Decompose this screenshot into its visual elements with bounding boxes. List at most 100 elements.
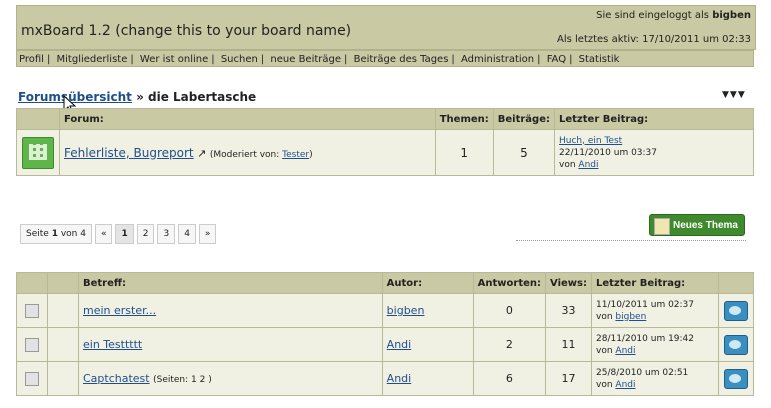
topic-author-cell: Andi [381,327,474,362]
page-first-button[interactable]: « [94,224,113,244]
topic-last-by: von [596,345,616,356]
board-title: mxBoard 1.2 (change this to your board n… [21,23,352,39]
page-2-button[interactable]: 2 [136,224,155,244]
breadcrumb-current: » die Labertasche [131,90,257,104]
topic-last-user-link[interactable]: bigben [615,312,646,322]
collapse-arrows-icon[interactable]: ▼▼▼ [722,90,746,100]
topic-subject-cell: mein erster... [78,293,383,328]
goto-last-post-icon[interactable] [724,334,748,355]
forum-table: Forum: Themen: Beiträge: Letzter Beitrag… [16,108,754,176]
last-post-header: Letzter Beitrag: [554,108,754,130]
author-header: Autor: [381,272,474,294]
topic-author-cell: Andi [381,361,474,396]
login-text: Sie sind eingeloggt als [596,10,713,21]
table-row: ein Testtttt Andi 2 11 28/11/2010 um 19:… [16,327,754,362]
topic-last-post-header: Letzter Beitrag: [591,272,719,294]
page-4-button[interactable]: 4 [178,224,196,244]
goto-header [718,272,754,294]
topic-last-user-link[interactable]: Andi [615,346,635,356]
topic-last-by: von [596,379,616,390]
nav-beitraege-des-tages[interactable]: Beiträge des Tages [354,54,449,65]
topic-link[interactable]: mein erster... [83,304,156,317]
goto-last-post-icon[interactable] [724,300,748,321]
page-1-button[interactable]: 1 [115,224,134,244]
topic-pages[interactable]: (Seiten: 1 2 ) [153,375,212,385]
topic-author-link[interactable]: bigben [387,304,425,317]
topic-author-link[interactable]: Andi [387,372,412,385]
nav-administration[interactable]: Administration [461,54,534,65]
forum-row: Fehlerliste, Bugreport ↗ (Moderiert von:… [16,129,754,176]
moderated-suffix: ) [309,149,313,160]
nav-statistik[interactable]: Statistik [579,54,620,65]
topic-last-date: 25/8/2010 um 02:51 [596,367,689,378]
forum-link[interactable]: Fehlerliste, Bugreport [64,146,194,160]
nav-separator: | [211,54,215,65]
pencil-paper-icon [654,218,670,235]
nav-neue-beitraege[interactable]: neue Beiträge [270,54,341,65]
table-row: Captchatest (Seiten: 1 2 ) Andi 6 17 25/… [16,361,754,396]
external-link-icon[interactable]: ↗ [197,147,206,160]
topic-author-cell: bigben [381,293,474,328]
topic-subject-cell: Captchatest (Seiten: 1 2 ) [78,361,383,396]
goto-cell [718,327,754,362]
topic-icon-header [16,272,48,294]
page-next-button[interactable]: » [198,224,217,244]
last-post-by: von [559,159,579,170]
new-topic-button[interactable]: Neues Thema [649,214,745,236]
forum-icon [22,136,54,169]
topic-status-cell [47,293,79,328]
nav-wer-ist-online[interactable]: Wer ist online [140,54,208,65]
pagination: Seite 1 von 4 « 1 2 3 4 » [20,224,217,244]
topic-views: 11 [545,327,592,362]
topic-replies: 0 [472,293,547,328]
topic-last-date: 28/11/2010 um 19:42 [596,333,695,344]
topic-icon-cell [16,293,48,328]
topic-last-date: 11/10/2011 um 02:37 [596,299,695,310]
topic-author-link[interactable]: Andi [387,338,412,351]
page-indicator: Seite 1 von 4 [20,224,92,244]
moderator-link[interactable]: Tester [282,150,309,160]
topic-link[interactable]: ein Testtttt [83,338,142,351]
nav-profil[interactable]: Profil [19,54,44,65]
forum-header: Forum: [59,108,436,130]
topic-last-by: von [596,311,616,322]
forum-icon-header [16,108,60,130]
main-nav: Profil | Mitgliederliste | Wer ist online |… [16,50,754,67]
topic-last-post: 25/8/2010 um 02:51 von Andi [591,361,719,396]
topics-header: Themen: [434,108,494,130]
page-label-prefix: Seite [26,229,52,239]
forum-posts-count: 5 [492,129,556,176]
topic-views: 33 [545,293,592,328]
topic-replies: 2 [472,327,547,362]
nav-separator: | [344,54,348,65]
login-user: bigben [712,10,751,21]
goto-last-post-icon[interactable] [724,368,748,389]
forum-icon-cell [16,129,60,176]
last-post-user-link[interactable]: Andi [578,160,598,170]
last-post-date: 22/11/2010 um 03:37 [559,147,658,158]
topics-table: Betreff: Autor: Antworten: Views: Letzte… [16,272,754,396]
topic-last-post: 28/11/2010 um 19:42 von Andi [591,327,719,362]
topic-last-user-link[interactable]: Andi [615,380,635,390]
goto-cell [718,293,754,328]
topic-views: 17 [545,361,592,396]
breadcrumb: Forumsübersicht » die Labertasche [18,90,256,104]
topic-link[interactable]: Captchatest [83,372,150,385]
nav-separator: | [46,54,51,65]
moderated-prefix: (Moderiert von: [209,149,283,160]
views-header: Views: [545,272,592,294]
topic-read-icon [25,303,39,318]
nav-faq[interactable]: FAQ [547,54,566,65]
posts-header: Beiträge: [492,108,556,130]
nav-separator: | [569,54,573,65]
nav-separator: | [130,54,134,65]
nav-suchen[interactable]: Suchen [221,54,258,65]
topic-status-header [47,272,79,294]
topic-status-cell [47,361,79,396]
nav-mitgliederliste[interactable]: Mitgliederliste [57,54,128,65]
topic-icon-cell [16,327,48,362]
login-status: Sie sind eingeloggt als bigben [596,10,751,21]
page-3-button[interactable]: 3 [157,224,176,244]
last-post-link[interactable]: Huch, ein Test [559,136,622,146]
board-header: mxBoard 1.2 (change this to your board n… [16,5,756,50]
